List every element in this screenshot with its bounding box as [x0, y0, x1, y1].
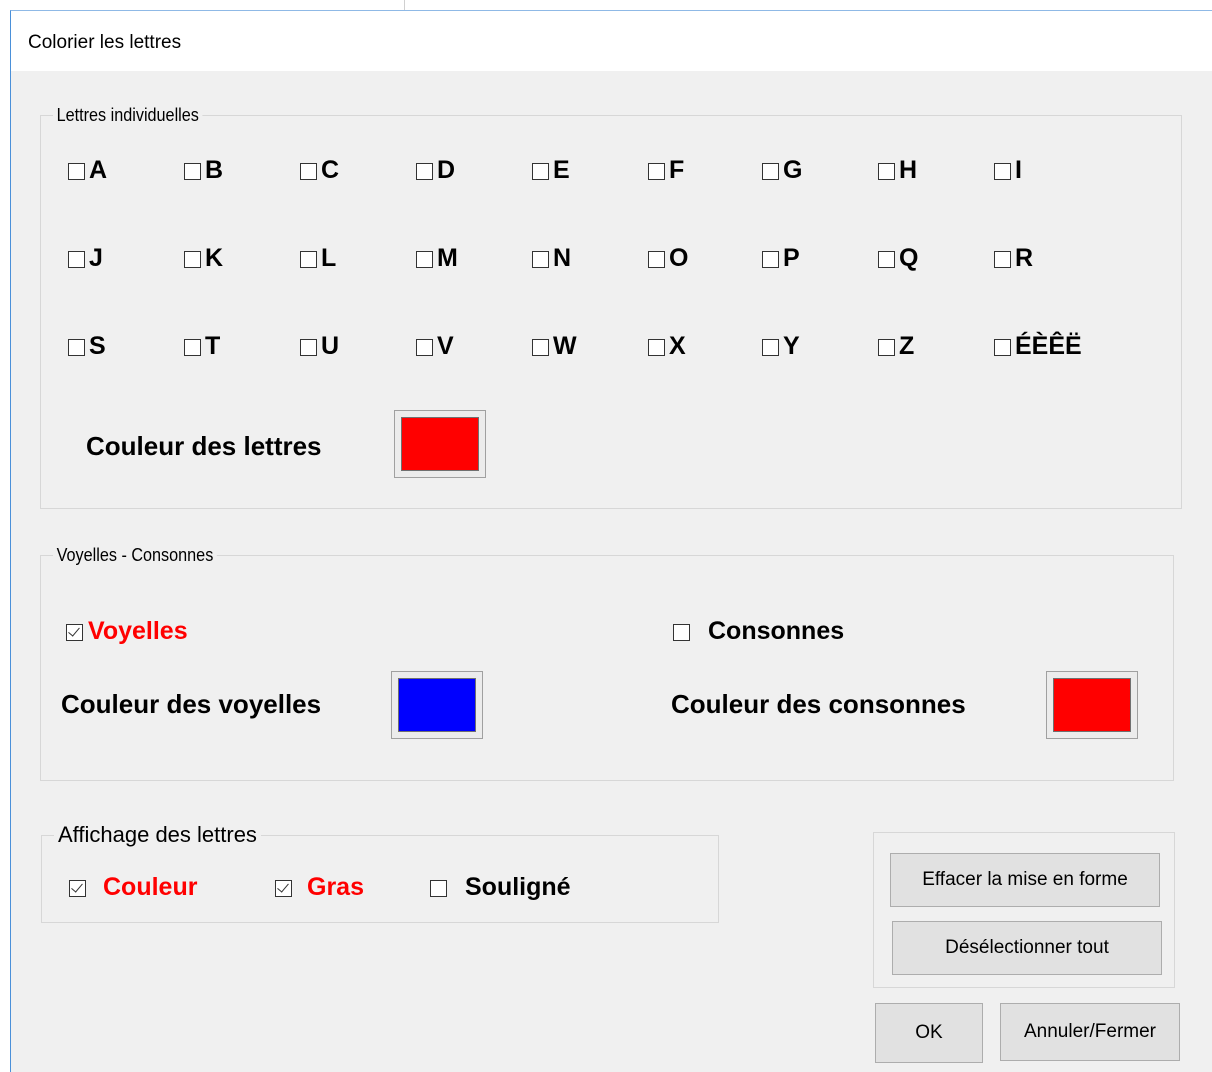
letter-label[interactable]: Q [899, 244, 918, 272]
letter-checkbox[interactable] [184, 339, 201, 356]
letter-label[interactable]: J [89, 244, 103, 272]
letter-label[interactable]: G [783, 156, 802, 184]
letter-checkbox[interactable] [648, 339, 665, 356]
letter-label[interactable]: V [437, 332, 454, 360]
letter-label[interactable]: A [89, 156, 107, 184]
letter-label[interactable]: T [205, 332, 220, 360]
letters-color-fill [401, 417, 479, 471]
letter-label[interactable]: N [553, 244, 571, 272]
consonant-color-swatch[interactable] [1046, 671, 1138, 739]
gras-checkbox[interactable] [275, 880, 292, 897]
letter-checkbox[interactable] [300, 163, 317, 180]
background-window-strip [0, 0, 1212, 10]
letter-display-group: Affichage des lettres Couleur Gras Souli… [41, 822, 719, 923]
letter-checkbox[interactable] [878, 251, 895, 268]
letter-checkbox[interactable] [416, 251, 433, 268]
title-bar: Colorier les lettres [11, 11, 1212, 71]
letter-checkbox[interactable] [184, 163, 201, 180]
consonant-color-fill [1053, 678, 1131, 732]
letter-label[interactable]: D [437, 156, 455, 184]
letter-checkbox[interactable] [416, 163, 433, 180]
gras-label[interactable]: Gras [307, 873, 364, 901]
couleur-checkbox[interactable] [69, 880, 86, 897]
color-letters-dialog: Colorier les lettres Lettres individuell… [10, 10, 1212, 1072]
letter-label[interactable]: X [669, 332, 686, 360]
letter-checkbox[interactable] [648, 163, 665, 180]
clear-format-button-label: Effacer la mise en forme [922, 869, 1128, 890]
deselect-all-button-label: Désélectionner tout [945, 937, 1109, 958]
letter-checkbox[interactable] [994, 163, 1011, 180]
letter-label[interactable]: B [205, 156, 223, 184]
consonants-label[interactable]: Consonnes [708, 617, 844, 645]
consonant-color-label: Couleur des consonnes [671, 689, 966, 719]
letter-checkbox[interactable] [68, 251, 85, 268]
letter-label[interactable]: C [321, 156, 339, 184]
vowels-consonants-legend: Voyelles - Consonnes [53, 544, 217, 566]
deselect-all-button[interactable]: Désélectionner tout [892, 921, 1162, 975]
souligne-checkbox[interactable] [430, 880, 447, 897]
vowel-color-swatch[interactable] [391, 671, 483, 739]
clear-format-button[interactable]: Effacer la mise en forme [890, 853, 1160, 907]
letter-checkbox[interactable] [300, 251, 317, 268]
letter-label[interactable]: Y [783, 332, 800, 360]
letter-label[interactable]: W [553, 332, 577, 360]
letter-label[interactable]: S [89, 332, 106, 360]
letters-color-swatch[interactable] [394, 410, 486, 478]
window-title: Colorier les lettres [28, 32, 182, 53]
letter-checkbox[interactable] [762, 163, 779, 180]
letter-label[interactable]: L [321, 244, 336, 272]
letter-label[interactable]: K [205, 244, 223, 272]
couleur-label[interactable]: Couleur [103, 873, 197, 901]
letter-label[interactable]: R [1015, 244, 1033, 272]
letter-checkbox[interactable] [532, 251, 549, 268]
individual-letters-group: Lettres individuelles A B C D E F G H I J K L M N O P Q R… [40, 104, 1182, 509]
letter-checkbox[interactable] [68, 339, 85, 356]
consonants-checkbox[interactable] [673, 624, 690, 641]
letter-checkbox[interactable] [648, 251, 665, 268]
letter-checkbox[interactable] [878, 163, 895, 180]
letter-checkbox[interactable] [762, 251, 779, 268]
letter-checkbox[interactable] [994, 339, 1011, 356]
vowels-label[interactable]: Voyelles [88, 617, 188, 645]
letter-label[interactable]: M [437, 244, 458, 272]
vowels-checkbox[interactable] [66, 624, 83, 641]
letter-checkbox[interactable] [762, 339, 779, 356]
letter-display-legend: Affichage des lettres [54, 822, 261, 848]
letter-label[interactable]: F [669, 156, 684, 184]
letter-checkbox[interactable] [184, 251, 201, 268]
souligne-label[interactable]: Souligné [465, 873, 571, 901]
letter-label[interactable]: U [321, 332, 339, 360]
cancel-close-button-label: Annuler/Fermer [1024, 1021, 1156, 1042]
letter-label[interactable]: P [783, 244, 800, 272]
letter-label[interactable]: Z [899, 332, 914, 360]
letter-checkbox[interactable] [300, 339, 317, 356]
letter-label[interactable]: I [1015, 156, 1022, 184]
letter-label[interactable]: ÉÈÊË [1015, 332, 1082, 360]
letter-checkbox[interactable] [416, 339, 433, 356]
ok-button[interactable]: OK [875, 1003, 983, 1063]
letter-label[interactable]: H [899, 156, 917, 184]
letter-checkbox[interactable] [994, 251, 1011, 268]
letters-color-label: Couleur des lettres [86, 431, 322, 461]
letter-label[interactable]: E [553, 156, 570, 184]
ok-button-label: OK [915, 1022, 943, 1043]
letter-checkbox[interactable] [532, 339, 549, 356]
vowel-color-label: Couleur des voyelles [61, 689, 322, 719]
cancel-close-button[interactable]: Annuler/Fermer [1000, 1003, 1180, 1061]
vowel-color-fill [398, 678, 476, 732]
individual-letters-legend: Lettres individuelles [53, 104, 203, 126]
letter-checkbox[interactable] [68, 163, 85, 180]
letter-label[interactable]: O [669, 244, 688, 272]
letter-checkbox[interactable] [532, 163, 549, 180]
letter-checkbox[interactable] [878, 339, 895, 356]
vowels-consonants-group: Voyelles - Consonnes Voyelles Consonnes … [40, 544, 1174, 781]
